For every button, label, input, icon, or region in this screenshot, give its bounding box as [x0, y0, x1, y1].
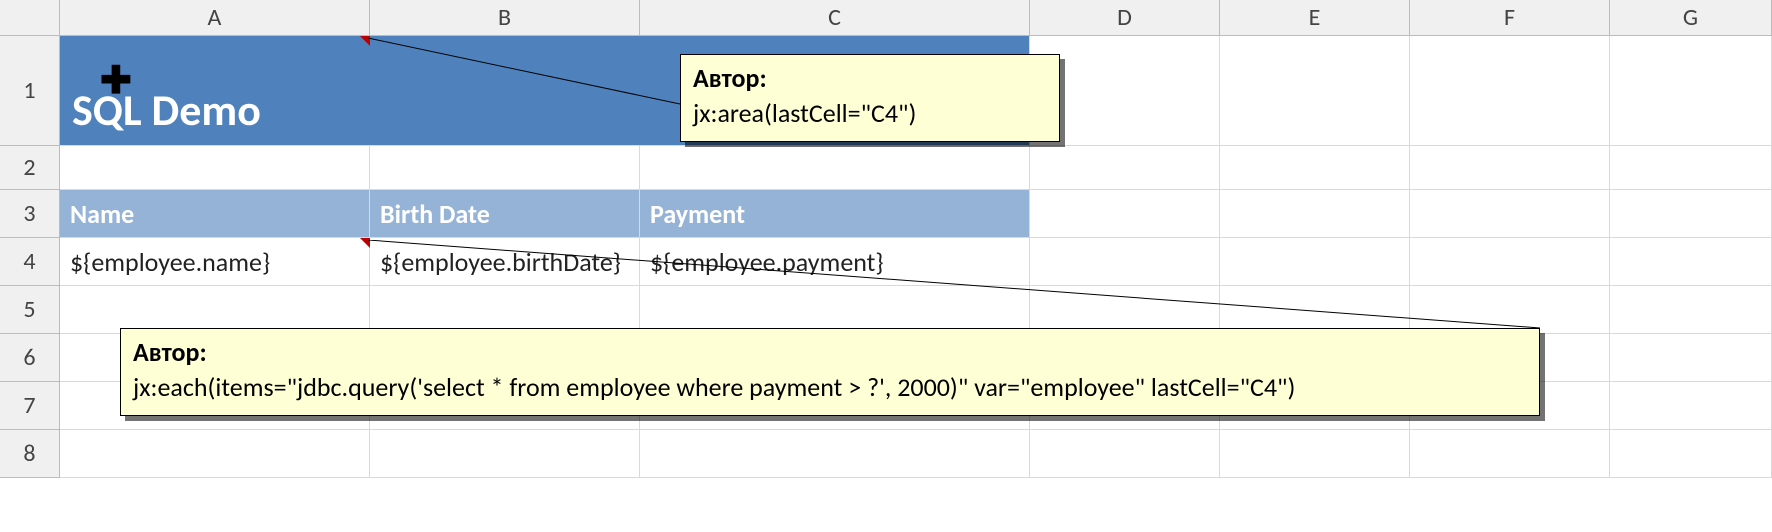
comment-marker-icon[interactable] [360, 36, 370, 46]
row-header[interactable]: 1 [0, 36, 60, 146]
cell[interactable]: Payment [640, 190, 1030, 238]
row-header[interactable]: 8 [0, 430, 60, 478]
spreadsheet: ABCDEFG 12345678 NameBirth DatePayment${… [0, 0, 1772, 532]
cell[interactable] [1030, 238, 1220, 286]
cell[interactable] [1410, 430, 1610, 478]
cell[interactable] [1410, 146, 1610, 190]
column-header[interactable]: C [640, 0, 1030, 36]
comment-tooltip: Автор: jx:area(lastCell="C4") [680, 54, 1060, 142]
cell[interactable] [1410, 238, 1610, 286]
column-header[interactable]: D [1030, 0, 1220, 36]
cell[interactable] [1610, 146, 1772, 190]
cell[interactable] [640, 146, 1030, 190]
row-header[interactable]: 5 [0, 286, 60, 334]
cell[interactable] [640, 430, 1030, 478]
comment-author-label: Автор: [693, 62, 767, 94]
cell[interactable]: Name [60, 190, 370, 238]
cell[interactable] [1030, 286, 1220, 334]
column-header[interactable]: A [60, 0, 370, 36]
cell[interactable] [1410, 36, 1610, 146]
cell[interactable] [1610, 334, 1772, 382]
cell[interactable] [1220, 146, 1410, 190]
row-header[interactable]: 6 [0, 334, 60, 382]
cell[interactable] [1410, 190, 1610, 238]
column-header[interactable]: F [1410, 0, 1610, 36]
cell[interactable]: ${employee.birthDate} [370, 238, 640, 286]
comment-author-label: Автор: [133, 336, 207, 368]
cell[interactable] [1220, 238, 1410, 286]
cell[interactable] [1220, 286, 1410, 334]
comment-tooltip: Автор: jx:each(items="jdbc.query('select… [120, 328, 1540, 416]
cell[interactable]: Birth Date [370, 190, 640, 238]
comment-text: jx:area(lastCell="C4") [693, 97, 916, 129]
cell[interactable] [1610, 190, 1772, 238]
column-header[interactable]: B [370, 0, 640, 36]
cell[interactable] [60, 146, 370, 190]
cell[interactable]: ${employee.payment} [640, 238, 1030, 286]
cell[interactable] [370, 146, 640, 190]
plus-icon: ✚ [100, 58, 132, 104]
cell[interactable] [1220, 36, 1410, 146]
cell[interactable] [370, 286, 640, 334]
column-header[interactable]: G [1610, 0, 1772, 36]
cell[interactable] [1410, 286, 1610, 334]
cell[interactable] [60, 430, 370, 478]
cell[interactable] [1030, 430, 1220, 478]
row-header[interactable]: 3 [0, 190, 60, 238]
select-all-corner[interactable] [0, 0, 60, 36]
row-header[interactable]: 4 [0, 238, 60, 286]
cell[interactable] [1610, 382, 1772, 430]
cell[interactable] [370, 430, 640, 478]
row-header[interactable]: 7 [0, 382, 60, 430]
comment-marker-icon[interactable] [360, 238, 370, 248]
cell[interactable] [1610, 286, 1772, 334]
row-header[interactable]: 2 [0, 146, 60, 190]
cell[interactable] [1610, 238, 1772, 286]
comment-text: jx:each(items="jdbc.query('select * from… [133, 371, 1295, 403]
cell[interactable] [1030, 146, 1220, 190]
cell[interactable] [1030, 190, 1220, 238]
cell[interactable] [1610, 430, 1772, 478]
cell[interactable] [640, 286, 1030, 334]
cell[interactable] [60, 286, 370, 334]
cell[interactable] [1220, 190, 1410, 238]
cell[interactable] [1220, 430, 1410, 478]
column-header[interactable]: E [1220, 0, 1410, 36]
cell[interactable]: ${employee.name} [60, 238, 370, 286]
cell[interactable] [1610, 36, 1772, 146]
